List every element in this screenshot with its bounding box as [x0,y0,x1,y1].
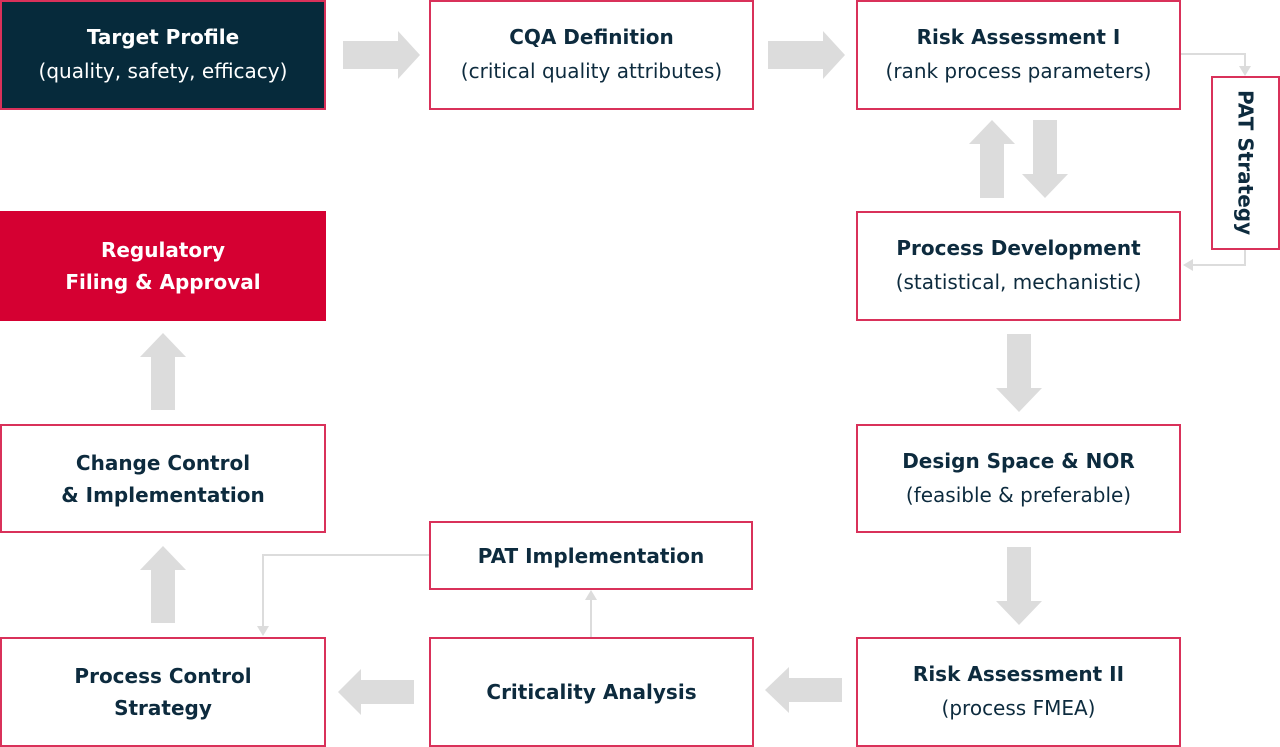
node-regulatory: Regulatory Filing & Approval [0,211,326,321]
node-subtitle: (quality, safety, efficacy) [38,59,288,83]
line-ra1-to-pat-strategy [1181,53,1246,68]
node-title: CQA Definition [509,25,674,49]
arrow-cqa-to-ra1 [768,31,845,79]
node-risk-assessment-1: Risk Assessment I (rank process paramete… [856,0,1181,110]
line-pat-impl-to-pcs [262,554,429,628]
node-title: PAT Implementation [477,543,705,568]
node-subtitle: (critical quality attributes) [460,59,723,83]
node-title: Risk Assessment I [916,25,1121,49]
node-pat-implementation: PAT Implementation [429,521,753,590]
node-pat-strategy: PAT Strategy [1211,76,1280,250]
node-title: Criticality Analysis [486,680,697,704]
node-title-line2: Filing & Approval [65,270,261,294]
node-title-line2: Strategy [114,696,212,720]
node-subtitle: (statistical, mechanistic) [895,270,1142,294]
node-title-line2: & Implementation [61,482,265,507]
arrow-pd-to-ra1 [969,120,1015,198]
node-process-development: Process Development (statistical, mechan… [856,211,1181,321]
node-change-control: Change Control & Implementation [0,424,326,533]
arrow-pcs-to-change [140,546,186,623]
node-title: Risk Assessment II [912,662,1125,686]
node-subtitle: (process FMEA) [941,696,1096,720]
node-design-space: Design Space & NOR (feasible & preferabl… [856,424,1181,533]
node-subtitle: (feasible & preferable) [905,482,1132,507]
arrow-ra1-to-pd [1022,120,1068,198]
node-cqa-definition: CQA Definition (critical quality attribu… [429,0,754,110]
node-title: Regulatory [100,238,226,262]
arrow-ds-to-ra2 [996,547,1042,625]
arrow-criticality-to-pcs [338,669,414,715]
node-title: Process Development [896,236,1141,260]
node-criticality-analysis: Criticality Analysis [429,637,754,747]
connector-layer [140,31,1251,715]
node-target-profile: Target Profile (quality, safety, efficac… [0,0,326,110]
node-title: Target Profile [86,25,240,49]
node-subtitle: (rank process parameters) [885,59,1152,83]
node-title: PAT Strategy [1233,90,1258,236]
line-pat-strategy-to-pd [1192,250,1246,266]
node-title: Design Space & NOR [902,448,1135,473]
node-title: Process Control [74,664,252,688]
node-process-control-strategy: Process Control Strategy [0,637,326,747]
arrow-target-to-cqa [343,31,420,79]
arrow-change-to-regulatory [140,333,186,410]
arrow-pd-to-ds [996,334,1042,412]
arrow-ra2-to-criticality [765,667,842,713]
node-title: Change Control [75,450,251,475]
node-risk-assessment-2: Risk Assessment II (process FMEA) [856,637,1181,747]
